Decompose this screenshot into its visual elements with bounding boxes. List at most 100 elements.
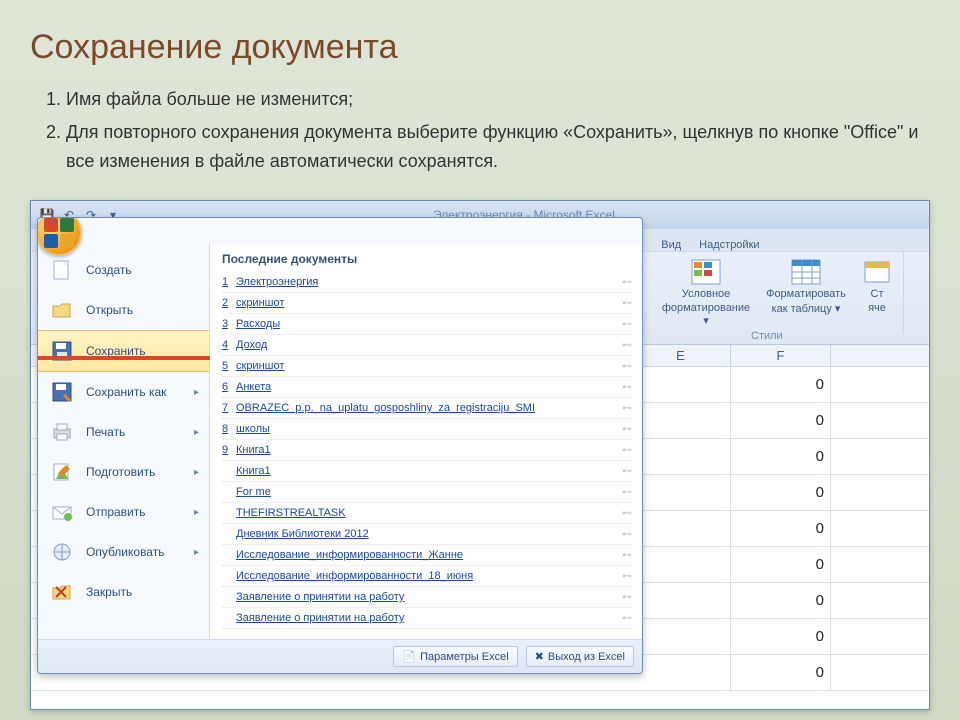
recent-document-item[interactable]: 6Анкета⊷ <box>222 377 632 398</box>
pin-icon[interactable]: ⊷ <box>622 361 632 372</box>
pin-icon[interactable]: ⊷ <box>622 277 632 288</box>
tab-addins[interactable]: Надстройки <box>699 239 759 251</box>
menu-save-as[interactable]: Сохранить как ▸ <box>38 372 209 412</box>
col-head-f[interactable]: F <box>731 345 831 366</box>
pin-icon[interactable]: ⊷ <box>622 319 632 330</box>
chevron-right-icon: ▸ <box>194 387 199 398</box>
open-icon <box>48 298 76 322</box>
pin-icon[interactable]: ⊷ <box>622 487 632 498</box>
pin-icon[interactable]: ⊷ <box>622 298 632 309</box>
office-menu-footer: 📄 Параметры Excel ✖ Выход из Excel <box>38 639 642 673</box>
chevron-right-icon: ▸ <box>194 507 199 518</box>
menu-close[interactable]: Закрыть <box>38 572 209 612</box>
recent-item-name: For me <box>236 486 271 498</box>
pin-icon[interactable]: ⊷ <box>622 424 632 435</box>
cell-styles-button[interactable]: Ст яче <box>861 258 893 332</box>
recent-document-item[interactable]: 1Электроэнергия⊷ <box>222 272 632 293</box>
cell[interactable] <box>631 367 731 402</box>
print-icon <box>48 420 76 444</box>
recent-item-name: Дневник Библиотеки 2012 <box>236 528 369 540</box>
excel-options-button[interactable]: 📄 Параметры Excel <box>393 646 517 667</box>
cell[interactable]: 0 <box>731 367 831 402</box>
recent-item-name: THEFIRSTREALTASK <box>236 507 346 519</box>
exit-excel-button[interactable]: ✖ Выход из Excel <box>526 646 634 667</box>
conditional-formatting-icon <box>690 258 722 286</box>
excel-window: 💾 ↶ ↷ ▾ Электроэнергия - Microsoft Excel… <box>30 200 930 710</box>
menu-new[interactable]: Создать <box>38 250 209 290</box>
pin-icon[interactable]: ⊷ <box>622 403 632 414</box>
pin-icon[interactable]: ⊷ <box>622 382 632 393</box>
pin-icon[interactable]: ⊷ <box>622 508 632 519</box>
cell[interactable] <box>631 475 731 510</box>
recent-item-number: 6 <box>222 381 236 393</box>
recent-document-item[interactable]: Заявление о принятии на работу⊷ <box>222 587 632 608</box>
recent-document-item[interactable]: Заявление о принятии на работу ⊷ <box>222 608 632 629</box>
recent-document-item[interactable]: Исследование_информированности_18_июня⊷ <box>222 566 632 587</box>
publish-icon <box>48 540 76 564</box>
cell[interactable]: 0 <box>731 475 831 510</box>
recent-item-name: Электроэнергия <box>236 276 318 288</box>
cell[interactable]: 0 <box>731 583 831 618</box>
recent-document-item[interactable]: 4Доход⊷ <box>222 335 632 356</box>
recent-item-name: Книга1 <box>236 444 271 456</box>
recent-document-item[interactable]: 8школы⊷ <box>222 419 632 440</box>
recent-document-item[interactable]: THEFIRSTREALTASK ⊷ <box>222 503 632 524</box>
cell[interactable] <box>631 403 731 438</box>
format-as-table-icon <box>790 258 822 286</box>
recent-item-name: Расходы <box>236 318 280 330</box>
cell[interactable] <box>631 619 731 654</box>
recent-document-item[interactable]: Дневник Библиотеки 2012 ⊷ <box>222 524 632 545</box>
menu-prepare[interactable]: Подготовить ▸ <box>38 452 209 492</box>
cell[interactable] <box>631 547 731 582</box>
cell[interactable] <box>631 439 731 474</box>
recent-item-name: скриншот <box>236 360 284 372</box>
pin-icon[interactable]: ⊷ <box>622 445 632 456</box>
recent-document-item[interactable]: 3Расходы⊷ <box>222 314 632 335</box>
pin-icon[interactable]: ⊷ <box>622 340 632 351</box>
pin-icon[interactable]: ⊷ <box>622 466 632 477</box>
recent-document-item[interactable]: For me ⊷ <box>222 482 632 503</box>
chevron-right-icon: ▸ <box>194 547 199 558</box>
recent-document-item[interactable]: Исследование_информированности_Жанне⊷ <box>222 545 632 566</box>
format-as-table-button[interactable]: Форматировать как таблицу ▾ <box>761 258 851 332</box>
office-menu: Создать Открыть Сохранить Сохранить как … <box>37 217 643 674</box>
menu-save[interactable]: Сохранить <box>38 330 209 372</box>
recent-item-number: 2 <box>222 297 236 309</box>
pin-icon[interactable]: ⊷ <box>622 550 632 561</box>
cell[interactable] <box>631 511 731 546</box>
ribbon-group-label: Стили <box>751 330 783 342</box>
pin-icon[interactable]: ⊷ <box>622 613 632 624</box>
menu-open[interactable]: Открыть <box>38 290 209 330</box>
cell[interactable]: 0 <box>731 547 831 582</box>
pin-icon[interactable]: ⊷ <box>622 592 632 603</box>
menu-print[interactable]: Печать ▸ <box>38 412 209 452</box>
recent-item-name: Заявление о принятии на работу <box>236 612 404 624</box>
office-logo-icon <box>44 218 74 248</box>
recent-documents-panel: Последние документы 1Электроэнергия⊷2скр… <box>210 244 642 639</box>
recent-document-item[interactable]: 2скриншот ⊷ <box>222 293 632 314</box>
tab-view[interactable]: Вид <box>661 239 681 251</box>
recent-document-item[interactable]: 5скриншот⊷ <box>222 356 632 377</box>
pin-icon[interactable]: ⊷ <box>622 571 632 582</box>
recent-item-name: OBRAZEC_p.p._na_uplatu_gosposhliny_za_re… <box>236 402 535 414</box>
recent-item-name: Доход <box>236 339 267 351</box>
cell[interactable]: 0 <box>731 655 831 690</box>
pin-icon[interactable]: ⊷ <box>622 529 632 540</box>
col-head-e[interactable]: E <box>631 345 731 366</box>
ribbon-group-styles: Условное форматирование ▾ Форматировать … <box>651 252 904 334</box>
cell[interactable]: 0 <box>731 511 831 546</box>
cell[interactable]: 0 <box>731 439 831 474</box>
recent-document-item[interactable]: 7OBRAZEC_p.p._na_uplatu_gosposhliny_za_r… <box>222 398 632 419</box>
cell[interactable] <box>631 583 731 618</box>
cell[interactable]: 0 <box>731 619 831 654</box>
recent-document-item[interactable]: Книга1⊷ <box>222 461 632 482</box>
cell[interactable] <box>631 655 731 690</box>
new-icon <box>48 258 76 282</box>
menu-send[interactable]: Отправить ▸ <box>38 492 209 532</box>
menu-publish[interactable]: Опубликовать ▸ <box>38 532 209 572</box>
close-icon <box>48 580 76 604</box>
recent-item-name: скриншот <box>236 297 284 309</box>
cell[interactable]: 0 <box>731 403 831 438</box>
conditional-formatting-button[interactable]: Условное форматирование ▾ <box>661 258 751 332</box>
recent-document-item[interactable]: 9Книга1⊷ <box>222 440 632 461</box>
